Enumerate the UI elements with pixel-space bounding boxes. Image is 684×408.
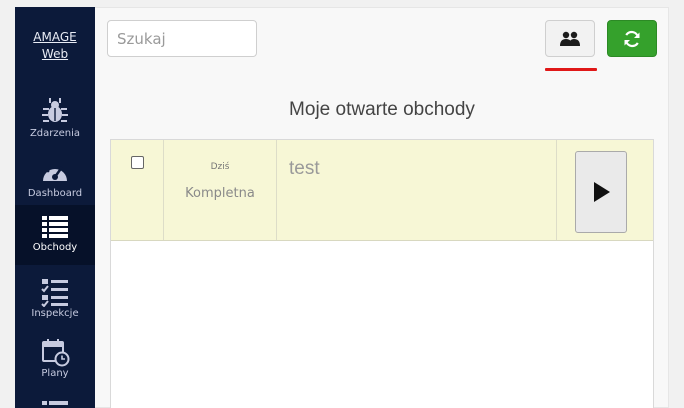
list-icon: [42, 401, 68, 405]
calendar-clock-icon: [42, 339, 70, 367]
column-divider: [276, 140, 277, 240]
sidebar-item-label: Plany: [41, 368, 69, 379]
row-checkbox[interactable]: [131, 156, 144, 169]
brand-line-1: AMAGE: [33, 30, 77, 44]
bug-icon: [42, 98, 68, 122]
brand-line-2: Web: [41, 47, 69, 61]
search-input[interactable]: [107, 20, 257, 57]
gauge-icon: [43, 165, 67, 181]
sidebar-item-plany[interactable]: Plany: [15, 331, 95, 391]
row-status: Kompletna: [185, 186, 255, 201]
list-icon: [42, 216, 68, 238]
sidebar-item-dashboard[interactable]: Dashboard: [15, 151, 95, 211]
rounds-table: Dziś Kompletna test: [110, 139, 654, 408]
play-icon: [594, 182, 610, 202]
sidebar-item-label: Zdarzenia: [29, 128, 81, 139]
refresh-icon: [624, 30, 640, 48]
sidebar: AMAGE Web Zdarzenia Dashboard Obchody In…: [15, 7, 95, 408]
sidebar-item-label: Obchody: [32, 242, 78, 253]
sidebar-item-zdarzenia[interactable]: Zdarzenia: [15, 91, 95, 151]
checklist-icon: [41, 279, 68, 307]
row-name: test: [289, 158, 320, 179]
users-icon: [560, 31, 580, 46]
play-button[interactable]: [575, 151, 627, 233]
brand-link[interactable]: AMAGE Web: [15, 29, 95, 63]
sidebar-item-more[interactable]: [15, 391, 95, 408]
sidebar-item-inspekcje[interactable]: Inspekcje: [15, 271, 95, 331]
sidebar-item-label: Dashboard: [27, 188, 83, 199]
row-date: Dziś: [210, 162, 230, 172]
sidebar-item-obchody[interactable]: Obchody: [15, 205, 95, 265]
table-row[interactable]: Dziś Kompletna test: [111, 140, 653, 241]
page-title: Moje otwarte obchody: [289, 99, 475, 120]
refresh-button[interactable]: [607, 20, 657, 57]
column-divider: [556, 140, 557, 240]
users-button[interactable]: [545, 20, 595, 57]
active-indicator: [545, 68, 597, 71]
sidebar-item-label: Inspekcje: [31, 308, 79, 319]
